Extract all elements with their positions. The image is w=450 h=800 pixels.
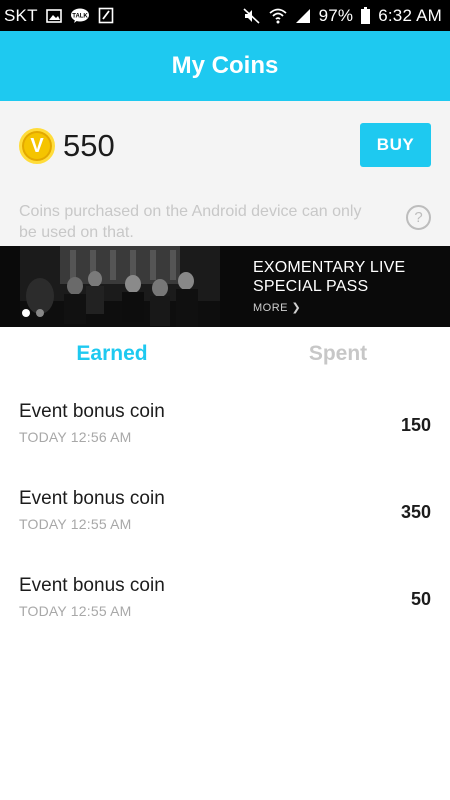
promo-banner[interactable]: EXOMENTARY LIVE SPECIAL PASS MORE ❯	[0, 246, 450, 327]
list-item: Event bonus coin TODAY 12:55 AM 50	[0, 555, 450, 642]
signal-icon	[295, 8, 311, 24]
transaction-list: Event bonus coin TODAY 12:56 AM 150 Even…	[0, 381, 450, 642]
mute-icon	[243, 7, 261, 24]
status-bar-left: SKT TALK	[4, 6, 114, 26]
transaction-amount: 50	[410, 589, 431, 609]
gallery-icon	[45, 8, 62, 24]
carrier-label: SKT	[4, 5, 38, 25]
svg-text:TALK: TALK	[72, 13, 88, 19]
help-icon[interactable]: ?	[406, 205, 431, 230]
banner-pager	[22, 309, 44, 317]
list-item: Event bonus coin TODAY 12:55 AM 350	[0, 468, 450, 555]
transaction-time: TODAY 12:56 AM	[19, 429, 132, 445]
talk-icon: TALK	[70, 8, 90, 24]
status-bar: SKT TALK 97% 6:32 AM	[0, 0, 450, 31]
coin-balance-section: V 550 BUY	[0, 101, 450, 191]
transaction-time: TODAY 12:55 AM	[19, 603, 132, 619]
transaction-title: Event bonus coin	[19, 488, 165, 509]
transaction-time: TODAY 12:55 AM	[19, 516, 132, 532]
transaction-amount: 150	[400, 415, 431, 435]
history-tabs: Earned Spent	[0, 327, 450, 381]
battery-icon	[361, 7, 371, 24]
transaction-title: Event bonus coin	[19, 575, 165, 596]
banner-caption: EXOMENTARY LIVE SPECIAL PASS MORE ❯	[253, 258, 405, 314]
clock: 6:32 AM	[378, 5, 442, 25]
transaction-amount: 350	[400, 502, 431, 522]
banner-title-line1: EXOMENTARY LIVE	[253, 259, 406, 276]
list-item: Event bonus coin TODAY 12:56 AM 150	[0, 381, 450, 468]
purchase-note: Coins purchased on the Android device ca…	[0, 191, 450, 246]
note-icon	[98, 7, 114, 24]
transaction-title: Event bonus coin	[19, 401, 165, 422]
status-bar-right: 97% 6:32 AM	[243, 6, 442, 26]
pager-dot-active[interactable]	[22, 309, 30, 317]
banner-more-link[interactable]: MORE ❯	[253, 301, 405, 314]
app-header: My Coins	[0, 31, 450, 101]
page-title: My Coins	[171, 52, 279, 79]
coin-icon: V	[19, 128, 55, 164]
purchase-note-text: Coins purchased on the Android device ca…	[19, 203, 362, 241]
tab-spent[interactable]: Spent	[226, 327, 450, 381]
battery-percent: 97%	[318, 5, 354, 25]
coin-balance-value: 550	[63, 128, 115, 163]
tab-earned[interactable]: Earned	[0, 327, 226, 381]
buy-button[interactable]: BUY	[360, 123, 431, 167]
banner-title-line2: SPECIAL PASS	[253, 278, 369, 295]
pager-dot[interactable]	[36, 309, 44, 317]
wifi-icon	[269, 8, 287, 24]
